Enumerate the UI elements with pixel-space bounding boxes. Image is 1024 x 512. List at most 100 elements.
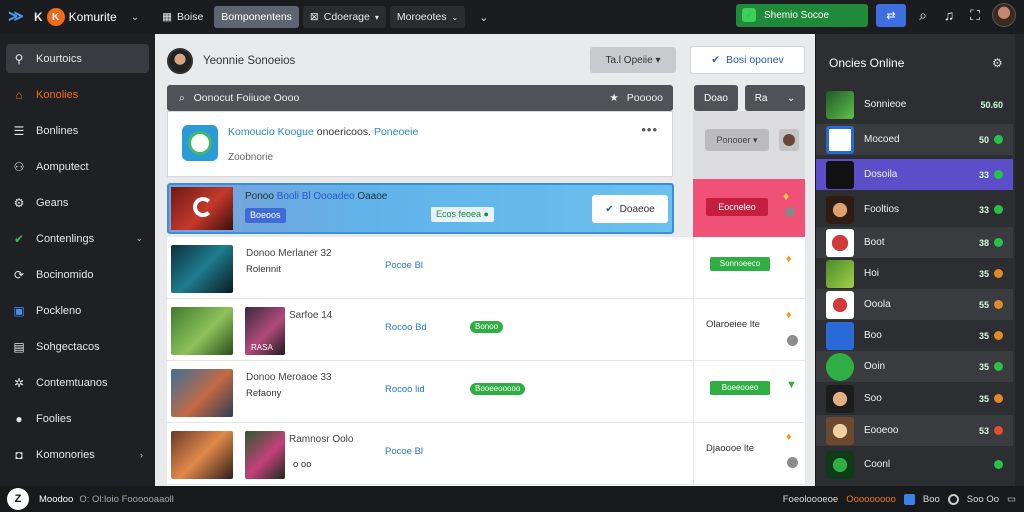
right-select[interactable]: Ponooer ▾ bbox=[705, 129, 769, 151]
status-button[interactable]: Boeeooeo bbox=[710, 381, 770, 395]
top-right-actions: ✓ Shemio Socoe ⇄ ⌕ ♫ ⛶ bbox=[736, 3, 1016, 27]
banner-button[interactable]: ✔ Doaeoe bbox=[592, 195, 668, 223]
search-right[interactable]: ★ Pooooo bbox=[609, 92, 663, 104]
sidebar-item-foolies[interactable]: ● Foolies bbox=[6, 404, 149, 433]
search-icon[interactable]: ⌕ bbox=[914, 7, 932, 24]
row-link[interactable]: Pocoe Bl bbox=[385, 446, 423, 457]
right-avatar[interactable] bbox=[779, 129, 799, 151]
header-button-label: Bosi oponev bbox=[726, 54, 784, 66]
online-user[interactable]: Hoi 35 bbox=[816, 258, 1013, 289]
sidebar-item-contenlings[interactable]: ✔ Contenlings ⌄ bbox=[6, 224, 149, 253]
sidebar-item-sohgectacos[interactable]: ▤ Sohgectacos bbox=[6, 332, 149, 361]
cart-icon[interactable]: ⛶ bbox=[966, 7, 984, 24]
card-title-link[interactable]: Poneoeie bbox=[374, 126, 418, 138]
sidebar-item-bocinomido[interactable]: ⟳ Bocinomido bbox=[6, 260, 149, 289]
nav-label: Moroeotes bbox=[396, 11, 447, 23]
row-link[interactable]: Pocoe Bl bbox=[385, 260, 423, 271]
app-logo[interactable]: ≫ K K Komurite ⌄ bbox=[8, 8, 139, 26]
footer-link-d[interactable]: Soo Oo bbox=[967, 494, 999, 505]
more-options-icon[interactable]: ••• bbox=[641, 122, 658, 137]
more-chevron-icon[interactable]: ⌄ bbox=[479, 11, 488, 24]
filter-dropdown-label: Ra bbox=[754, 92, 768, 104]
chevron-right-icon[interactable]: › bbox=[140, 450, 143, 460]
online-user[interactable]: Ooola 55 bbox=[816, 289, 1013, 320]
code-icon: ⊠ bbox=[309, 11, 319, 23]
sidebar-item-label: Kourtoics bbox=[36, 52, 82, 65]
filter-button[interactable]: Doao bbox=[694, 85, 738, 111]
caret-down-icon: ▾ bbox=[652, 54, 661, 66]
shield-check-icon: ✔ bbox=[13, 231, 25, 246]
nav-boise[interactable]: ▦ Boise bbox=[155, 6, 210, 28]
chevron-down-icon[interactable]: ⌄ bbox=[135, 233, 143, 244]
footer-menu-icon[interactable]: ▭ bbox=[1007, 494, 1016, 505]
online-user[interactable]: Fooltios 33 bbox=[816, 194, 1013, 225]
main-content: Yeonnie Sonoeios Ta.l Opeiie ▾ ✔ Bosi opo… bbox=[155, 34, 815, 486]
footer-link-a[interactable]: Foeoloooeoe bbox=[783, 494, 838, 505]
share-button[interactable]: ⇄ bbox=[876, 3, 906, 27]
user-status-value: 35 bbox=[978, 393, 989, 404]
table-row[interactable]: Donoo Meroaoe 33 Refaony Rocoo lid Booee… bbox=[167, 361, 693, 423]
online-user[interactable]: Mocoed 50 bbox=[816, 124, 1013, 155]
online-user[interactable]: Coonl bbox=[816, 449, 1013, 480]
alert-button[interactable]: Eocneleo bbox=[706, 198, 768, 216]
header-avatar[interactable] bbox=[167, 48, 193, 74]
chevron-down-icon[interactable]: ⌄ bbox=[131, 12, 139, 23]
top-nav: ▦ Boise Bomponentens ⊠ Cdoerage ▾ Moroeotes… bbox=[155, 6, 488, 28]
card-title-prefix: Komoucio Koogue bbox=[228, 126, 314, 138]
sidebar-item-konolies[interactable]: ⌂ Konolies bbox=[6, 80, 149, 109]
sidebar-item-contemtuanos[interactable]: ✲ Contemtuanos bbox=[6, 368, 149, 397]
nav-bomponentens[interactable]: Bomponentens bbox=[214, 6, 299, 28]
online-user[interactable]: Soo 35 bbox=[816, 383, 1013, 414]
user-status: 35 bbox=[979, 269, 1003, 279]
nav-cdoerage[interactable]: ⊠ Cdoerage ▾ bbox=[302, 6, 386, 28]
main-scrollbar[interactable] bbox=[807, 34, 815, 486]
row-link[interactable]: Rocoo lid bbox=[385, 384, 425, 395]
table-row[interactable]: Donoo Merlaner 32 Rolennit Pocoe Bl bbox=[167, 237, 693, 299]
user-avatar[interactable] bbox=[992, 3, 1016, 27]
user-status-value: 33 bbox=[978, 169, 989, 180]
footer-link-b[interactable]: Ooooooooo bbox=[846, 494, 896, 505]
table-row[interactable]: Sarfoe 14 RASA Rocoo Bd Bonoo bbox=[167, 299, 693, 361]
featured-card[interactable]: Komoucio Koogue onoericoos. Poneoeie Zoo… bbox=[167, 111, 673, 177]
row-thumbnail bbox=[171, 307, 233, 355]
sidebar-item-komonories[interactable]: ◘ Komonories › bbox=[6, 440, 149, 469]
sidebar-item-pockleno[interactable]: ▣ Pockleno bbox=[6, 296, 149, 325]
check-icon: ✔ bbox=[605, 203, 614, 215]
header-action-button[interactable]: ✔ Bosi oponev bbox=[690, 46, 805, 74]
online-user[interactable]: Dosoila 33 bbox=[816, 159, 1013, 190]
table-row[interactable]: Ramnosr Oolo o oo Pocoe Bl bbox=[167, 423, 693, 485]
online-user[interactable]: Boo 35 bbox=[816, 320, 1013, 351]
banner-title-d: Oaaoe bbox=[357, 191, 388, 202]
green-action-button[interactable]: ✓ Shemio Socoe bbox=[736, 3, 868, 27]
search-bar[interactable]: ⌕ Oonocut Foiiuoe Oooo ★ Pooooo bbox=[167, 85, 673, 111]
user-name: Hoi bbox=[864, 268, 880, 279]
filter-dropdown[interactable]: Ra ⌄ bbox=[745, 85, 805, 111]
app-icon bbox=[182, 125, 218, 161]
check-icon: ✔ bbox=[711, 54, 720, 66]
notification-icon[interactable]: ♫ bbox=[940, 7, 958, 23]
footer-link-c[interactable]: Boo bbox=[923, 494, 940, 505]
list-icon: ☰ bbox=[13, 123, 25, 138]
online-user[interactable]: Eooeoo 53 bbox=[816, 415, 1013, 446]
user-avatar bbox=[826, 259, 854, 288]
blue-square-icon bbox=[903, 493, 915, 505]
user-name: Fooltios bbox=[864, 204, 900, 215]
gear-icon[interactable]: ⚙ bbox=[992, 56, 1003, 70]
sidebar-item-bonlines[interactable]: ☰ Bonlines bbox=[6, 116, 149, 145]
status-button[interactable]: Sonnoeeco bbox=[710, 257, 770, 271]
online-user[interactable]: Ooin 35 bbox=[816, 351, 1013, 382]
green-button-label: Shemio Socoe bbox=[764, 9, 830, 21]
sidebar-item-geans[interactable]: ⚙ Geans bbox=[6, 188, 149, 217]
online-user[interactable]: Boot 38 bbox=[816, 227, 1013, 258]
nav-moroeotes[interactable]: Moroeotes ⌄ bbox=[389, 6, 466, 28]
sidebar-item-aomputect[interactable]: ⚇ Aomputect bbox=[6, 152, 149, 181]
online-user[interactable]: Sonnieoe 50.60 bbox=[816, 89, 1013, 120]
row-link[interactable]: Rocoo Bd bbox=[385, 322, 427, 333]
footer-badge[interactable]: Z bbox=[7, 488, 29, 510]
online-scrollbar[interactable] bbox=[1015, 34, 1024, 486]
sidebar-item-label: Sohgectacos bbox=[36, 340, 100, 353]
row-subtitle: o oo bbox=[293, 459, 312, 470]
sidebar-item-kourtoics[interactable]: ⚲ Kourtoics bbox=[6, 44, 149, 73]
header-select[interactable]: Ta.l Opeiie ▾ bbox=[590, 47, 676, 73]
highlight-banner[interactable]: Ponoo Booli Bl Oooadeo Oaaoe Boeoos Ecos… bbox=[167, 183, 674, 234]
